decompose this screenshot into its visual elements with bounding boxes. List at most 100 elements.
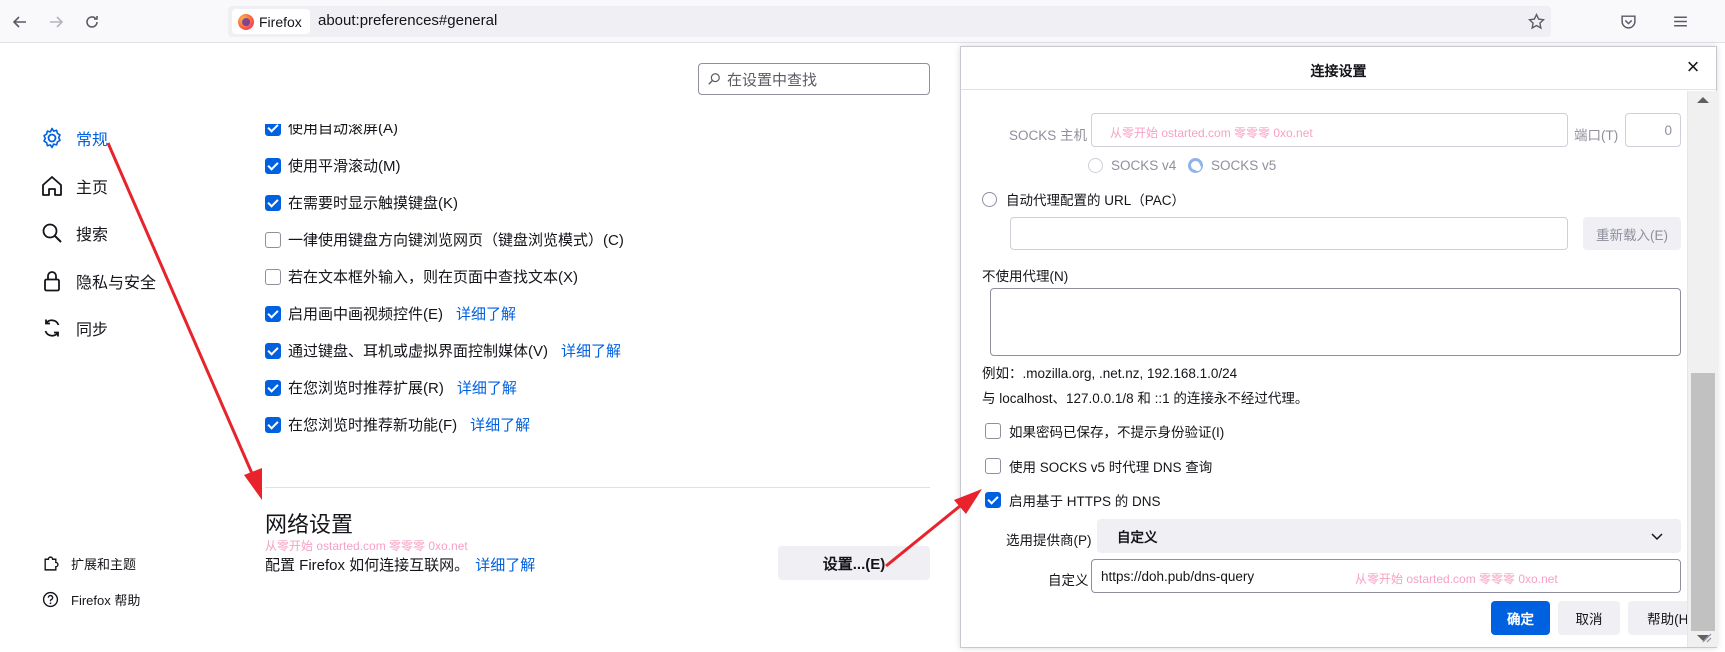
option-label: 启用画中画视频控件(E)	[288, 306, 443, 323]
search-icon	[708, 73, 720, 85]
socks-v5-radio[interactable]: SOCKS v5	[1188, 158, 1276, 173]
identity-label: Firefox	[259, 13, 302, 30]
port-value: 0	[1664, 123, 1672, 138]
network-learn-more-link[interactable]: 详细了解	[475, 554, 535, 575]
checkbox-checked-icon[interactable]	[265, 157, 281, 174]
option-checkbox-row[interactable]: 使用平滑滚动(M)	[265, 155, 401, 176]
option-checkbox-row[interactable]: 在需要时显示触摸键盘(K)	[265, 192, 458, 213]
socks-v4-radio[interactable]: SOCKS v4	[1088, 158, 1176, 173]
learn-more-link[interactable]: 详细了解	[456, 303, 516, 324]
option-checkbox-row[interactable]: 在您浏览时推荐扩展(R) 详细了解	[265, 377, 517, 398]
checkbox-checked-icon[interactable]	[265, 342, 281, 359]
sidebar-item-search[interactable]: 搜索	[40, 221, 108, 245]
port-field[interactable]: 0	[1625, 113, 1681, 147]
network-settings-title: 网络设置	[265, 512, 354, 537]
sidebar-item-label: 隐私与安全	[76, 275, 157, 292]
socks-dns-checkbox[interactable]: 使用 SOCKS v5 时代理 DNS 查询	[985, 456, 1212, 476]
sidebar-item-general[interactable]: 常规	[40, 126, 108, 150]
dialog-scrollbar[interactable]	[1687, 91, 1717, 647]
dialog-title: 连接设置	[1310, 63, 1367, 79]
checkbox-icon[interactable]	[265, 268, 281, 285]
checkbox-checked-icon[interactable]	[265, 416, 281, 433]
custom-doh-value: https://doh.pub/dns-query	[1101, 569, 1255, 584]
option-checkbox-row[interactable]: 使用自动滚屏(A)	[265, 120, 398, 138]
sidebar-item-sync[interactable]: 同步	[40, 316, 108, 340]
gear-icon	[43, 127, 61, 149]
checkbox-checked-icon[interactable]	[265, 305, 281, 322]
socks-host-field[interactable]: 从零开始 ostarted.com 零零零 0xo.net	[1091, 113, 1568, 147]
sidebar-item-label: 同步	[76, 322, 109, 339]
option-checkbox-row[interactable]: 启用画中画视频控件(E) 详细了解	[265, 303, 516, 324]
settings-search-input[interactable]: 在设置中查找	[698, 63, 930, 95]
localhost-note: 与 localhost、127.0.0.1/8 和 ::1 的连接永不经过代理。	[982, 391, 1309, 406]
checkbox-checked-icon[interactable]	[265, 194, 281, 211]
custom-label: 自定义	[1048, 573, 1089, 588]
forward-button[interactable]	[42, 8, 70, 36]
pac-radio[interactable]: 自动代理配置的 URL（PAC）	[982, 189, 1185, 209]
network-settings-button[interactable]: 设置...(E)	[778, 546, 930, 580]
url-bar[interactable]: Firefox about:preferences#general	[228, 6, 1551, 37]
identity-box[interactable]: Firefox	[232, 9, 310, 34]
option-checkbox-row[interactable]: 若在文本框外输入，则在页面中查找文本(X)	[265, 266, 578, 287]
learn-more-link[interactable]: 详细了解	[470, 414, 530, 435]
scroll-up-icon[interactable]	[1697, 97, 1709, 103]
learn-more-link[interactable]: 详细了解	[457, 377, 517, 398]
learn-more-link[interactable]: 详细了解	[561, 340, 621, 361]
checkbox-checked-icon[interactable]	[265, 124, 281, 136]
no-prompt-auth-checkbox[interactable]: 如果密码已保存，不提示身份验证(I)	[985, 421, 1224, 441]
star-icon[interactable]	[1528, 13, 1545, 30]
checkbox-icon	[985, 458, 1001, 474]
back-button[interactable]	[6, 8, 34, 36]
option-label: 使用自动滚屏(A)	[288, 120, 398, 137]
checkbox-icon[interactable]	[265, 231, 281, 248]
custom-doh-field[interactable]: https://doh.pub/dns-query 从零开始 ostarted.…	[1091, 559, 1681, 593]
browser-toolbar: Firefox about:preferences#general	[0, 0, 1725, 43]
arrow-right-icon	[50, 16, 64, 28]
cancel-button[interactable]: 取消	[1558, 601, 1620, 635]
sidebar-item-label: 搜索	[76, 227, 109, 244]
search-icon	[42, 223, 62, 243]
arrow-left-icon	[12, 16, 26, 28]
provider-label: 选用提供商(P)	[1006, 533, 1092, 548]
menu-icon[interactable]	[1672, 13, 1689, 30]
https-dns-checkbox[interactable]: 启用基于 HTTPS 的 DNS	[985, 490, 1161, 510]
reload-icon	[86, 16, 98, 28]
url-text[interactable]: about:preferences#general	[318, 12, 497, 29]
checkbox-icon	[985, 423, 1001, 439]
network-description: 配置 Firefox 如何连接互联网。 详细了解	[265, 554, 535, 575]
option-label: 使用平滑滚动(M)	[288, 158, 401, 175]
sidebar-item-help[interactable]: Firefox 帮助	[42, 590, 140, 609]
scroll-thumb[interactable]	[1691, 373, 1715, 631]
sidebar-item-home[interactable]: 主页	[40, 174, 108, 198]
checkbox-checked-icon[interactable]	[265, 379, 281, 396]
sidebar-footer-label: 扩展和主题	[71, 557, 137, 572]
radio-selected-icon	[1188, 158, 1203, 173]
sidebar-item-label: 主页	[76, 180, 109, 197]
sidebar-item-privacy[interactable]: 隐私与安全	[40, 269, 156, 293]
pocket-icon[interactable]	[1620, 13, 1637, 30]
reload-pac-button[interactable]: 重新载入(E)	[1583, 217, 1681, 250]
option-label: 在需要时显示触摸键盘(K)	[288, 195, 458, 212]
socks-host-label: SOCKS 主机	[1009, 128, 1088, 143]
option-checkbox-row[interactable]: 一律使用键盘方向键浏览网页（键盘浏览模式）(C)	[265, 229, 624, 250]
option-label: 在您浏览时推荐新功能(F)	[288, 417, 458, 434]
sync-icon	[44, 319, 60, 337]
no-prompt-auth-label: 如果密码已保存，不提示身份验证(I)	[1009, 425, 1225, 440]
help-icon	[42, 591, 59, 608]
home-icon	[42, 176, 62, 196]
pac-url-field[interactable]	[1010, 217, 1568, 250]
dialog-header: 连接设置 ×	[961, 47, 1716, 90]
sidebar-item-addons[interactable]: 扩展和主题	[42, 554, 136, 573]
reload-button[interactable]	[78, 8, 106, 36]
close-icon[interactable]: ×	[1682, 56, 1704, 79]
https-dns-label: 启用基于 HTTPS 的 DNS	[1009, 494, 1161, 509]
option-label: 通过键盘、耳机或虚拟界面控制媒体(V)	[288, 343, 548, 360]
ok-button[interactable]: 确定	[1491, 601, 1550, 635]
resize-grip-icon[interactable]	[1700, 631, 1712, 643]
provider-select[interactable]: 自定义	[1097, 519, 1681, 553]
no-proxy-textarea[interactable]	[990, 288, 1681, 356]
option-checkbox-row[interactable]: 通过键盘、耳机或虚拟界面控制媒体(V) 详细了解	[265, 340, 621, 361]
option-checkbox-row[interactable]: 在您浏览时推荐新功能(F) 详细了解	[265, 414, 530, 435]
socks-dns-label: 使用 SOCKS v5 时代理 DNS 查询	[1009, 460, 1213, 475]
chevron-down-icon	[1651, 533, 1663, 541]
